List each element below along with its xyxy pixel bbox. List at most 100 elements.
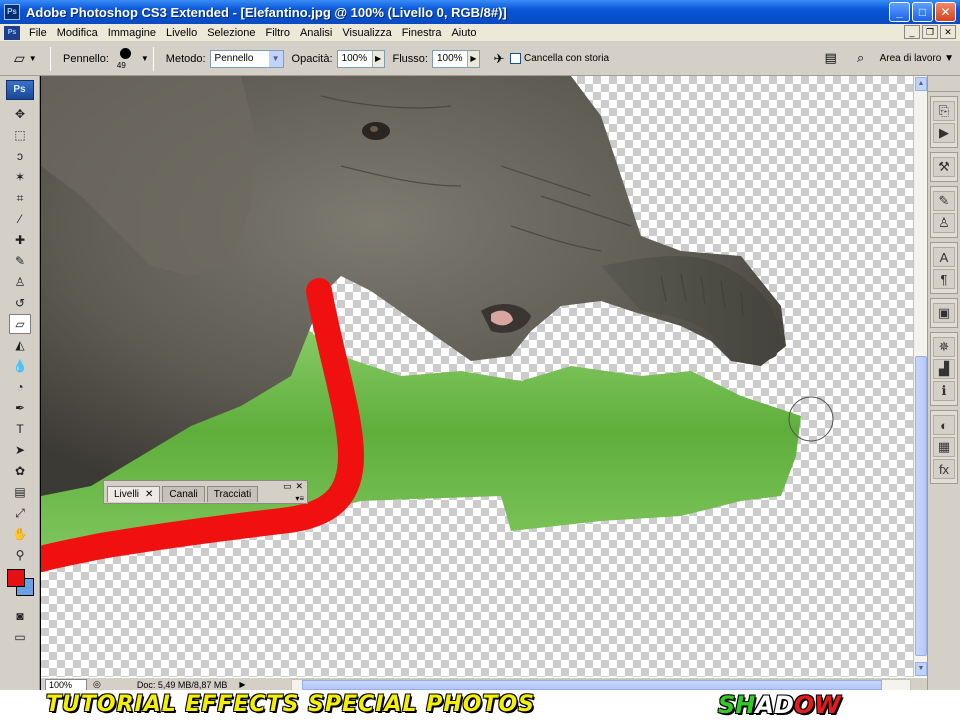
chevron-down-icon: ▼ (28, 54, 37, 63)
menu-finestra[interactable]: Finestra (397, 27, 447, 39)
eyedropper-tool-icon[interactable]: ⤢ (9, 503, 31, 523)
type-tool-icon[interactable]: T (9, 419, 31, 439)
brush-picker[interactable]: 49 (113, 45, 141, 73)
tab-canali[interactable]: Canali (162, 486, 205, 502)
brush-label: Pennello: (63, 52, 109, 65)
erase-history-checkbox[interactable] (509, 53, 521, 64)
horizontal-scroll-thumb[interactable] (302, 680, 882, 690)
dock-group: ⎘ ▶ (930, 96, 958, 148)
document-icon[interactable]: Ps (4, 25, 20, 40)
zoom-field[interactable]: 100% (45, 678, 87, 691)
brush-size: 49 (116, 60, 126, 70)
marquee-tool-icon[interactable]: ⬚ (9, 125, 31, 145)
title-bar: Ps Adobe Photoshop CS3 Extended - [Elefa… (0, 0, 960, 24)
lasso-tool-icon[interactable]: ↄ (9, 146, 31, 166)
move-tool-icon[interactable]: ✥ (9, 104, 31, 124)
screen-mode-icon[interactable]: ▭ (9, 627, 31, 647)
method-select[interactable]: Pennello ▼ (209, 49, 284, 68)
doc-minimize-button[interactable]: _ (904, 25, 920, 39)
scroll-down-button[interactable]: ▼ (915, 662, 927, 676)
clone-stamp-tool-icon[interactable]: ♙ (9, 272, 31, 292)
close-icon[interactable]: ✕ (145, 489, 153, 500)
chevron-down-icon: ▼ (268, 50, 283, 67)
brush-chevron-icon[interactable]: ▼ (141, 54, 149, 63)
palette-well-icon[interactable]: ▤ (820, 48, 842, 68)
menu-filtro[interactable]: Filtro (261, 27, 295, 39)
vertical-scroll-thumb[interactable] (915, 356, 927, 656)
close-button[interactable]: ✕ (935, 2, 956, 22)
info-icon[interactable]: ℹ (933, 381, 955, 401)
magic-wand-tool-icon[interactable]: ✶ (9, 167, 31, 187)
layer-comps-icon[interactable]: ▣ (933, 303, 955, 323)
flow-label: Flusso: (392, 52, 428, 65)
eraser-tool-icon[interactable]: ▱ (9, 314, 31, 334)
menu-selezione[interactable]: Selezione (202, 27, 260, 39)
path-selection-tool-icon[interactable]: ➤ (9, 440, 31, 460)
airbrush-icon[interactable]: ✈ (488, 49, 510, 69)
menu-modifica[interactable]: Modifica (52, 27, 103, 39)
opacity-field[interactable]: 100% ▶ (336, 49, 385, 68)
maximize-button[interactable]: □ (912, 2, 933, 22)
menu-file[interactable]: File (24, 27, 52, 39)
quick-mask-icon[interactable]: ◙ (9, 606, 31, 626)
dock-grip[interactable] (928, 76, 960, 92)
photoshop-app-icon: Ps (4, 4, 20, 20)
pen-tool-icon[interactable]: ✒ (9, 398, 31, 418)
actions-icon[interactable]: ▶ (933, 123, 955, 143)
clone-source-icon[interactable]: ♙ (933, 213, 955, 233)
doc-close-button[interactable]: ✕ (940, 25, 956, 39)
menu-visualizza[interactable]: Visualizza (337, 27, 396, 39)
hand-tool-icon[interactable]: ✋ (9, 524, 31, 544)
document-canvas[interactable] (41, 76, 913, 677)
notes-tool-icon[interactable]: ▤ (9, 482, 31, 502)
opacity-slider-arrow-icon[interactable]: ▶ (371, 50, 384, 67)
swatches-icon[interactable]: ▦ (933, 437, 955, 457)
photoshop-logo[interactable]: Ps (5, 80, 34, 100)
menu-immagine[interactable]: Immagine (103, 27, 161, 39)
dock-group: ✵ ▟ ℹ (930, 332, 958, 406)
minimize-button[interactable]: _ (889, 2, 910, 22)
menu-analisi[interactable]: Analisi (295, 27, 337, 39)
status-menu-icon[interactable]: ◎ (93, 679, 101, 690)
slice-tool-icon[interactable]: ⁄ (9, 209, 31, 229)
tab-livelli[interactable]: Livelli ✕ (107, 486, 161, 502)
panel-menu-icon[interactable]: ▾≡ (295, 494, 304, 503)
tab-tracciati[interactable]: Tracciati (206, 486, 259, 502)
brush-tool-icon[interactable]: ✎ (9, 251, 31, 271)
foreground-color-swatch[interactable] (7, 569, 25, 587)
histogram-icon[interactable]: ▟ (933, 359, 955, 379)
character-icon[interactable]: A (933, 247, 955, 267)
menu-livello[interactable]: Livello (161, 27, 202, 39)
paint-bucket-tool-icon[interactable]: ◭ (9, 335, 31, 355)
flow-slider-arrow-icon[interactable]: ▶ (466, 50, 479, 67)
color-icon[interactable]: ◐ (933, 415, 955, 435)
status-arrow-icon[interactable]: ▶ (239, 680, 245, 689)
history-brush-tool-icon[interactable]: ↺ (9, 293, 31, 313)
layers-panel[interactable]: Livelli ✕ Canali Tracciati ▭ ✕ ▾≡ (103, 480, 308, 504)
brushes-icon[interactable]: ✎ (933, 191, 955, 211)
zoom-tool-icon[interactable]: ⚲ (9, 545, 31, 565)
panel-close-icon[interactable]: ✕ (295, 481, 303, 492)
history-icon[interactable]: ⎘ (933, 101, 955, 121)
scroll-up-button[interactable]: ▲ (915, 77, 927, 91)
opacity-label: Opacità: (291, 52, 333, 65)
paragraph-icon[interactable]: ¶ (933, 269, 955, 289)
navigator-icon[interactable]: ✵ (933, 337, 955, 357)
dodge-tool-icon[interactable]: ◔ (9, 377, 31, 397)
tool-preset-picker[interactable]: ▱ ▼ (6, 46, 46, 72)
styles-icon[interactable]: fx (933, 459, 955, 479)
doc-size: Doc: 5,49 MB/8,87 MB (136, 679, 228, 690)
workspace-menu[interactable]: Area di lavoro ▼ (880, 53, 954, 64)
flow-field[interactable]: 100% ▶ (431, 49, 480, 68)
separator (152, 46, 154, 71)
bridge-icon[interactable]: ⌕ (850, 48, 872, 68)
tool-presets-icon[interactable]: ⚒ (933, 157, 955, 177)
healing-brush-tool-icon[interactable]: ✚ (9, 230, 31, 250)
custom-shape-tool-icon[interactable]: ✿ (9, 461, 31, 481)
vertical-scrollbar[interactable]: ▲ ▼ (913, 76, 927, 677)
menu-aiuto[interactable]: Aiuto (446, 27, 481, 39)
blur-tool-icon[interactable]: 💧 (9, 356, 31, 376)
panel-minimize-icon[interactable]: ▭ (283, 481, 292, 492)
crop-tool-icon[interactable]: ⌗ (9, 188, 31, 208)
doc-restore-button[interactable]: ❐ (922, 25, 938, 39)
